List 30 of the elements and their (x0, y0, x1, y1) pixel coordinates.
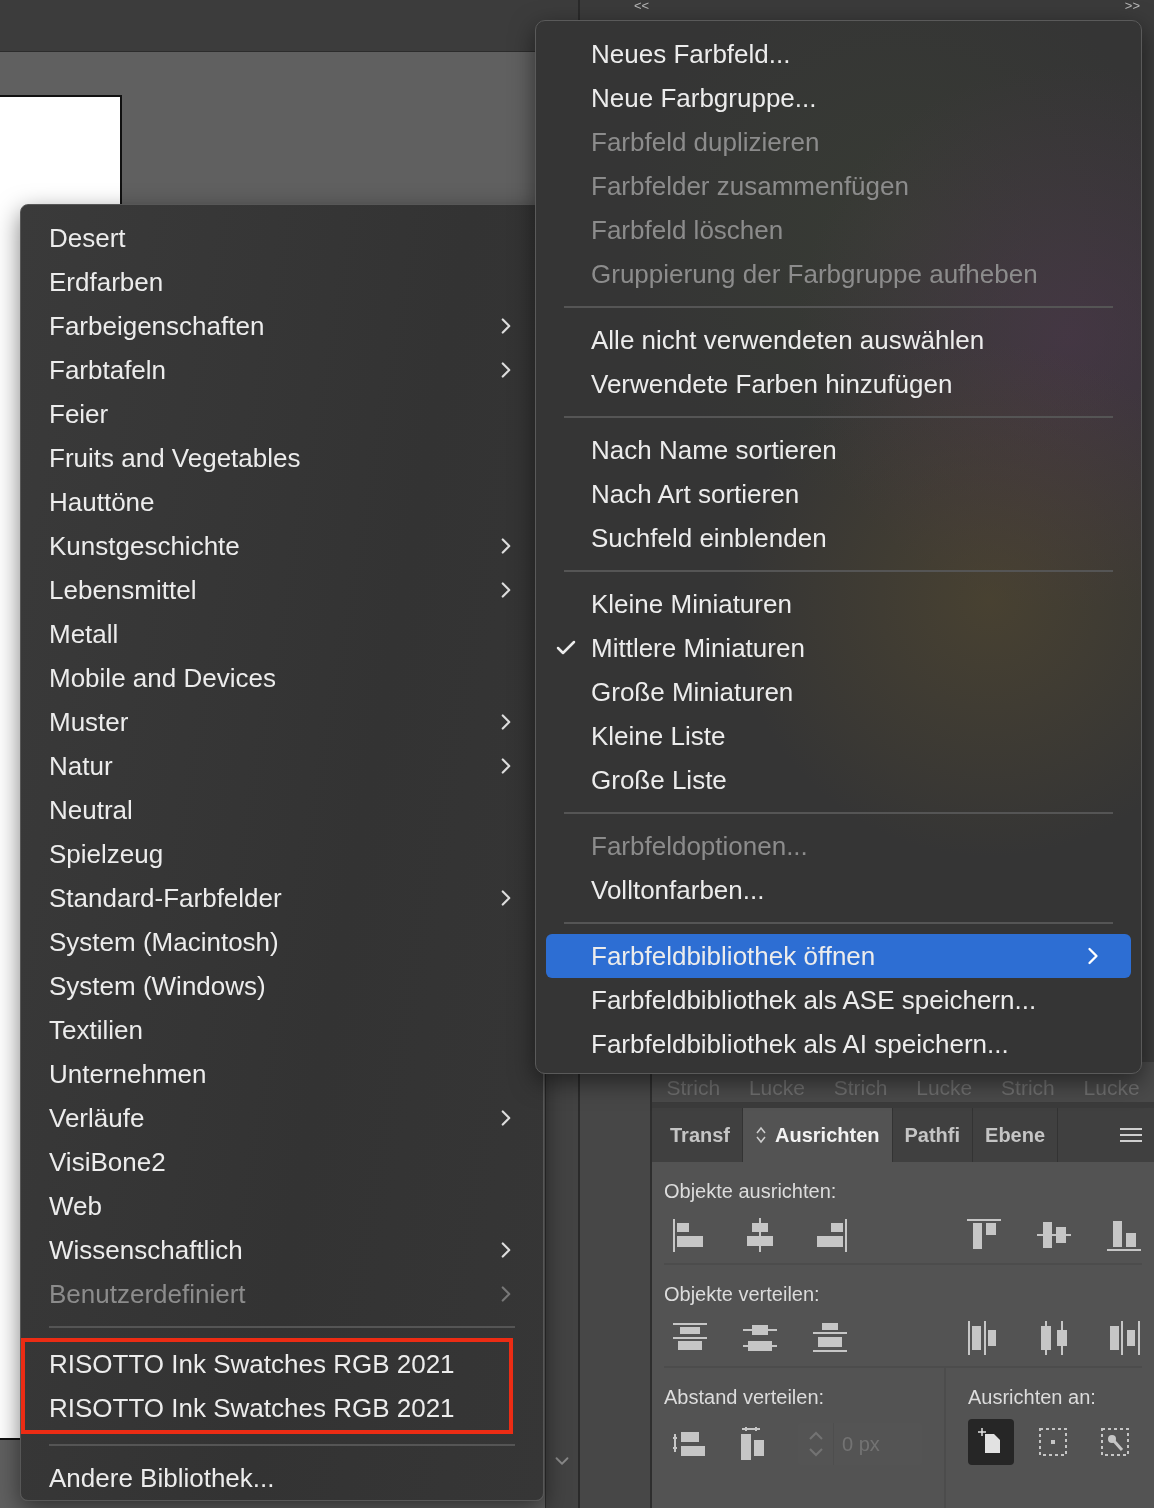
menu-item[interactable]: Nach Name sortieren (546, 428, 1131, 472)
menu-item[interactable]: VisiBone2 (21, 1140, 543, 1184)
menu-item[interactable]: Große Liste (546, 758, 1131, 802)
menu-item[interactable]: Farbfeldbibliothek als ASE speichern... (546, 978, 1131, 1022)
section-label: Ausrichten an: (968, 1386, 1097, 1409)
section-label: Abstand verteilen: (664, 1386, 826, 1409)
menu-item[interactable]: RISOTTO Ink Swatches RGB 2021 (25, 1342, 509, 1386)
collapse-button[interactable]: << (634, 0, 650, 12)
menu-item[interactable]: Mittlere Miniaturen (546, 626, 1131, 670)
menu-item[interactable]: Verläufe (21, 1096, 543, 1140)
menu-item[interactable]: Farbfeldbibliothek öffnen (546, 934, 1131, 978)
menu-item[interactable]: Kleine Miniaturen (546, 582, 1131, 626)
menu-item[interactable]: Web (21, 1184, 543, 1228)
menu-item[interactable]: Neues Farbfeld... (546, 32, 1131, 76)
menu-item[interactable]: RISOTTO Ink Swatches RGB 2021 (25, 1386, 509, 1430)
menu-item[interactable]: Farbfeldbibliothek als AI speichern... (546, 1022, 1131, 1066)
menu-item[interactable]: Große Miniaturen (546, 670, 1131, 714)
menu-item[interactable]: Volltonfarben... (546, 868, 1131, 912)
menu-item[interactable]: Andere Bibliothek... (21, 1456, 543, 1500)
menu-item[interactable]: Alle nicht verwendeten auswählen (546, 318, 1131, 362)
menu-item[interactable]: Neue Farbgruppe... (546, 76, 1131, 120)
panel-tab[interactable]: Ausrichten (743, 1108, 893, 1162)
menu-item[interactable]: Kleine Liste (546, 714, 1131, 758)
menu-item[interactable]: Verwendete Farben hinzufügen (546, 362, 1131, 406)
expand-button[interactable]: >> (1124, 0, 1140, 12)
section-label: Objekte ausrichten: (664, 1180, 838, 1203)
menu-item[interactable]: Nach Art sortieren (546, 472, 1131, 516)
section-label: Objekte verteilen: (664, 1283, 821, 1306)
menu-item[interactable]: Wissenschaftlich (21, 1228, 543, 1272)
menu-item[interactable]: Suchfeld einblenden (546, 516, 1131, 560)
